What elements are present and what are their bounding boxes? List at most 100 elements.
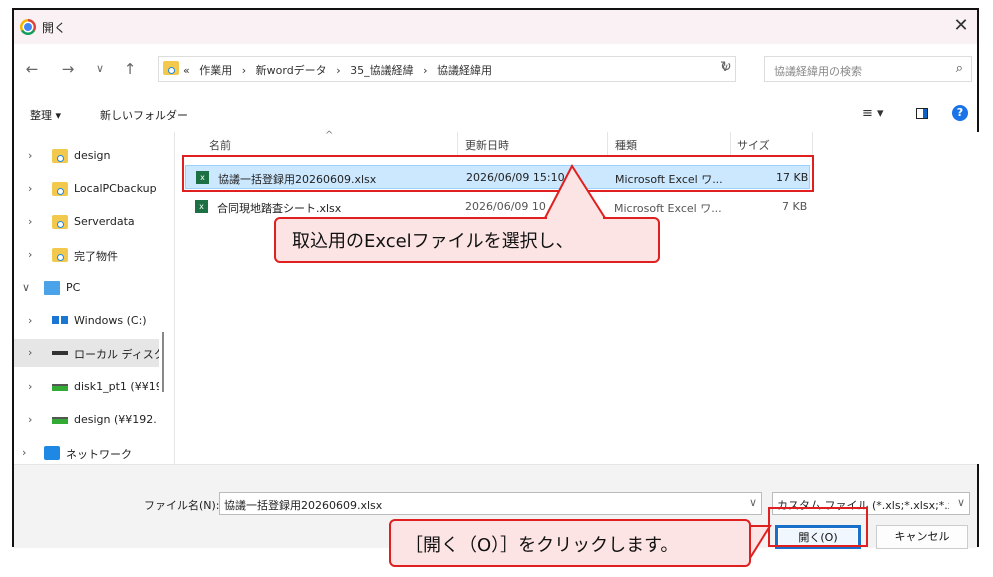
chevron-right-icon[interactable]: ›: [28, 413, 32, 426]
sidebar-item-label: 完了物件: [74, 250, 118, 263]
local-disk-icon: [52, 351, 68, 355]
chevron-right-icon[interactable]: ›: [28, 314, 32, 327]
filename-value: 協議一括登録用20260609.xlsx: [224, 499, 383, 512]
navigation-pane: › design › LocalPCbackup › Serverdata › …: [14, 132, 174, 464]
file-modified: 2026/06/09 10: [465, 200, 546, 213]
callout-text: 取込用のExcelファイルを選択し、: [292, 231, 574, 252]
sidebar-item-pc[interactable]: ∨ PC: [14, 274, 159, 302]
sidebar-item-label: PC: [66, 281, 81, 294]
sidebar-item-windows-c[interactable]: › Windows (C:): [14, 307, 159, 335]
forward-arrow-icon[interactable]: →: [58, 58, 78, 80]
callout-click-open: ［開く（O）］をクリックします。: [389, 519, 751, 567]
organize-button[interactable]: 整理 ▾: [30, 107, 61, 123]
close-icon[interactable]: ✕: [951, 14, 971, 38]
chevron-down-icon[interactable]: ∨: [957, 496, 965, 509]
file-name: 合同現地踏査シート.xlsx: [217, 202, 342, 215]
scrollbar-thumb[interactable]: [162, 332, 164, 392]
filename-label: ファイル名(N):: [144, 499, 220, 512]
sidebar-item-label: disk1_pt1 (¥¥19: [74, 380, 159, 393]
chevron-down-icon[interactable]: ∨: [22, 281, 30, 294]
breadcrumb-separator[interactable]: ›: [242, 64, 246, 77]
column-header-size[interactable]: サイズ: [737, 137, 770, 153]
network-icon: [44, 446, 60, 460]
sidebar-item-disk1[interactable]: › disk1_pt1 (¥¥19: [14, 373, 159, 401]
column-divider[interactable]: [457, 132, 458, 156]
sidebar-item-localpcbackup[interactable]: › LocalPCbackup: [14, 175, 159, 203]
chevron-down-icon[interactable]: ∨: [749, 496, 757, 509]
search-placeholder: 協議経緯用の検索: [774, 65, 862, 78]
excel-file-icon: x: [195, 200, 208, 213]
sidebar-item-label: Windows (C:): [74, 314, 147, 327]
breadcrumb-separator[interactable]: ›: [336, 64, 340, 77]
sidebar-item-local-disk[interactable]: › ローカル ディスク: [14, 339, 159, 367]
search-icon[interactable]: ⌕: [956, 61, 963, 76]
file-type: Microsoft Excel ワ...: [614, 202, 722, 215]
breadcrumb-overflow[interactable]: «: [183, 64, 190, 77]
preview-pane-icon[interactable]: [916, 108, 928, 119]
breadcrumb-item[interactable]: 35_協議経緯: [350, 64, 414, 77]
search-input[interactable]: 協議経緯用の検索 ⌕: [764, 56, 972, 82]
network-drive-icon: [52, 384, 68, 391]
breadcrumb-separator[interactable]: ›: [423, 64, 427, 77]
callout-join-mask: [547, 217, 603, 221]
chevron-right-icon[interactable]: ›: [28, 182, 32, 195]
view-options-icon[interactable]: ≡ ▾: [862, 106, 884, 121]
breadcrumb-item[interactable]: 協議経緯用: [437, 64, 492, 77]
breadcrumb-item[interactable]: 新wordデータ: [256, 64, 327, 77]
chevron-right-icon[interactable]: ›: [22, 446, 26, 459]
sidebar-item-network[interactable]: › ネットワーク: [14, 439, 159, 467]
recent-locations-icon[interactable]: ∨: [90, 58, 110, 80]
help-icon[interactable]: ?: [952, 105, 968, 121]
up-arrow-icon[interactable]: ↑: [120, 58, 140, 80]
sidebar-item-serverdata[interactable]: › Serverdata: [14, 208, 159, 236]
folder-icon: [52, 149, 68, 163]
column-header-modified[interactable]: 更新日時: [465, 137, 509, 153]
address-row: ← → ∨ ↑ « 作業用 › 新wordデータ › 35_協議経緯 › 協議経…: [14, 44, 977, 96]
column-header-row: ^ 名前 更新日時 種類 サイズ: [175, 130, 980, 156]
chevron-right-icon[interactable]: ›: [28, 380, 32, 393]
new-folder-button[interactable]: 新しいフォルダー: [100, 107, 188, 123]
column-header-type[interactable]: 種類: [615, 137, 637, 153]
column-divider[interactable]: [730, 132, 731, 156]
column-divider[interactable]: [607, 132, 608, 156]
windows-drive-icon: [52, 316, 68, 324]
pc-icon: [44, 281, 60, 295]
network-drive-icon: [52, 417, 68, 424]
command-bar: 整理 ▾ 新しいフォルダー ≡ ▾ ?: [14, 96, 977, 132]
sort-ascending-icon: ^: [325, 130, 334, 141]
title-bar: 開く ✕: [14, 10, 977, 44]
sidebar-item-completed[interactable]: › 完了物件: [14, 241, 159, 269]
dialog-title: 開く: [42, 21, 67, 35]
callout-join-mask: [740, 527, 749, 549]
address-bar[interactable]: « 作業用 › 新wordデータ › 35_協議経緯 › 協議経緯用 ∨: [158, 56, 736, 82]
callout-text: ［開く（O）］をクリックします。: [405, 535, 679, 556]
sidebar-item-label: LocalPCbackup: [74, 182, 156, 195]
sidebar-item-label: ローカル ディスク: [74, 348, 159, 361]
open-button-highlight-box: [768, 507, 868, 547]
breadcrumb: « 作業用 › 新wordデータ › 35_協議経緯 › 協議経緯用: [183, 62, 498, 78]
sidebar-item-design[interactable]: › design: [14, 142, 159, 170]
refresh-icon[interactable]: ↻: [720, 59, 732, 75]
chrome-icon: [20, 19, 36, 35]
chevron-right-icon[interactable]: ›: [28, 149, 32, 162]
filename-input[interactable]: 協議一括登録用20260609.xlsx ∨: [219, 492, 762, 515]
chevron-right-icon[interactable]: ›: [28, 215, 32, 228]
sidebar-item-label: ネットワーク: [66, 448, 132, 461]
table-row[interactable]: x 合同現地踏査シート.xlsx 2026/06/09 10 Microsoft…: [185, 195, 810, 219]
chevron-right-icon[interactable]: ›: [28, 346, 32, 359]
file-open-dialog: 開く ✕ ← → ∨ ↑ « 作業用 › 新wordデータ › 35_協議経緯 …: [12, 8, 980, 549]
column-header-name[interactable]: 名前: [209, 137, 231, 153]
file-highlight-box: [182, 155, 814, 192]
sidebar-item-design-network[interactable]: › design (¥¥192.: [14, 406, 159, 434]
folder-icon: [52, 248, 68, 262]
folder-icon: [52, 215, 68, 229]
sidebar-item-label: design: [74, 149, 111, 162]
cancel-button[interactable]: キャンセル: [876, 525, 968, 549]
back-arrow-icon[interactable]: ←: [22, 58, 42, 80]
callout-select-file: 取込用のExcelファイルを選択し、: [274, 217, 660, 263]
chevron-right-icon[interactable]: ›: [28, 248, 32, 261]
breadcrumb-item[interactable]: 作業用: [199, 64, 232, 77]
column-divider[interactable]: [812, 132, 813, 156]
folder-icon: [52, 182, 68, 196]
file-size: 7 KB: [782, 200, 808, 213]
